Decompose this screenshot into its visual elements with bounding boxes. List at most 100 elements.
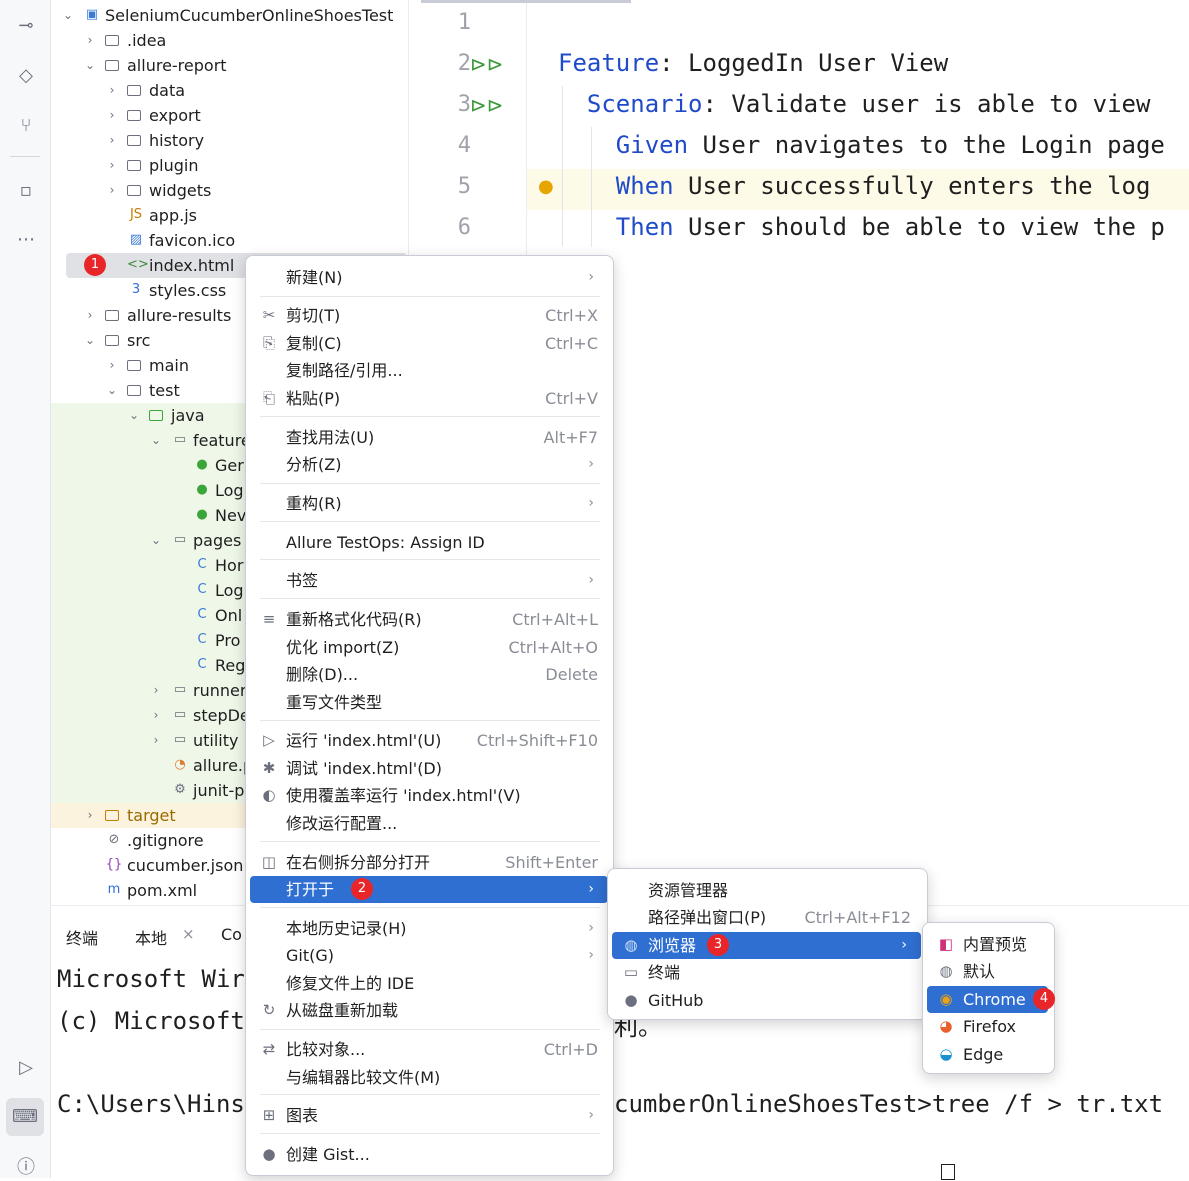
chevron-right-icon[interactable]: › — [105, 78, 119, 103]
tree-item[interactable]: JS app.js — [51, 203, 407, 228]
chevron-down-icon[interactable]: ⌄ — [149, 428, 163, 453]
open-in-item[interactable]: ◍ 浏览器 › 3 — [612, 932, 921, 959]
chevron-right-icon[interactable]: › — [105, 128, 119, 153]
run-feature-icon[interactable]: ⊳⊳ — [470, 52, 504, 76]
context-menu-item[interactable]: ⊞ 图表 › — [250, 1102, 608, 1129]
menu-separator — [260, 1133, 600, 1134]
chevron-down-icon[interactable]: ⌄ — [83, 328, 97, 353]
line-number: 4 — [457, 133, 471, 158]
tree-item[interactable]: › data — [51, 78, 407, 103]
open-in-item[interactable]: 资源管理器 — [612, 877, 921, 904]
problems-icon[interactable]: ⓘ — [13, 1155, 39, 1181]
menu-separator — [260, 720, 600, 721]
services-icon[interactable]: ▷ — [13, 1055, 39, 1081]
tree-item[interactable]: › .idea — [51, 28, 407, 53]
chevron-right-icon[interactable]: › — [105, 178, 119, 203]
chevron-down-icon[interactable]: ⌄ — [83, 53, 97, 78]
menu-item-label: 删除(D)... — [286, 665, 359, 684]
browser-item[interactable]: ◒ Edge — [927, 1041, 1048, 1068]
chevron-right-icon[interactable]: › — [105, 353, 119, 378]
tree-item[interactable]: ⌄ allure-report — [51, 53, 407, 78]
context-menu-item[interactable]: ▷ 运行 'index.html'(U) Ctrl+Shift+F10 — [250, 727, 608, 754]
context-menu-item[interactable]: Allure TestOps: Assign ID — [250, 529, 608, 556]
pull-requests-icon[interactable]: ⑂ — [13, 113, 39, 139]
tree-item[interactable]: ▨ favicon.ico — [51, 228, 407, 253]
tree-item[interactable]: › export — [51, 103, 407, 128]
more-icon[interactable]: ⋯ — [13, 227, 39, 253]
browser-item[interactable]: ◉ Chrome 4 — [927, 986, 1055, 1013]
open-in-item[interactable]: ▭ 终端 — [612, 959, 921, 986]
context-menu-item[interactable]: 新建(N) › — [250, 264, 608, 291]
context-menu-item[interactable]: ↻ 从磁盘重新加载 — [250, 997, 608, 1024]
context-menu-item[interactable]: ⇄ 比较对象... Ctrl+D — [250, 1036, 608, 1063]
tab-co[interactable]: Co — [221, 925, 242, 944]
context-menu-item[interactable]: 删除(D)... Delete — [250, 661, 608, 688]
learn-icon[interactable]: ◇ — [13, 63, 39, 89]
code-text: : LoggedIn User View — [659, 49, 949, 77]
context-menu-item[interactable]: ≡ 重新格式化代码(R) Ctrl+Alt+L — [250, 606, 608, 633]
context-menu-item[interactable]: ✂ 剪切(T) Ctrl+X — [250, 302, 608, 329]
tree-item[interactable]: › plugin — [51, 153, 407, 178]
chevron-right-icon[interactable]: › — [83, 803, 97, 828]
context-menu-item[interactable]: 重写文件类型 — [250, 689, 608, 716]
chevron-right-icon[interactable]: › — [105, 103, 119, 128]
code-text: : Validate user is able to view — [702, 90, 1151, 118]
gherkin-keyword: Feature — [558, 49, 660, 77]
context-menu-item[interactable]: ◐ 使用覆盖率运行 'index.html'(V) — [250, 782, 608, 809]
context-menu-item[interactable]: 书签 › — [250, 567, 608, 594]
terminal-tool-button[interactable]: ⌨ — [6, 1098, 44, 1136]
tab-terminal[interactable]: 终端 — [66, 925, 98, 949]
chevron-down-icon[interactable]: ⌄ — [105, 378, 119, 403]
chevron-right-icon[interactable]: › — [149, 678, 163, 703]
chevron-right-icon[interactable]: › — [83, 303, 97, 328]
firefox-icon: ◕ — [939, 1017, 953, 1035]
context-menu-item[interactable]: 优化 import(Z) Ctrl+Alt+O — [250, 634, 608, 661]
tree-item[interactable]: › widgets — [51, 178, 407, 203]
tree-item[interactable]: ⌄ ▣ SeleniumCucumberOnlineShoesTest — [51, 3, 407, 28]
context-menu-item[interactable]: ⎗ 粘贴(P) Ctrl+V — [250, 385, 608, 412]
context-menu-item[interactable]: 修改运行配置... — [250, 810, 608, 837]
context-menu-item[interactable]: 本地历史记录(H) › — [250, 915, 608, 942]
context-menu-item[interactable]: ✱ 调试 'index.html'(D) — [250, 755, 608, 782]
context-menu-item[interactable]: 重构(R) › — [250, 490, 608, 517]
context-menu-item[interactable]: 与编辑器比较文件(M) — [250, 1064, 608, 1091]
chevron-right-icon[interactable]: › — [149, 728, 163, 753]
context-menu-item[interactable]: 修复文件上的 IDE — [250, 970, 608, 997]
chevron-down-icon[interactable]: ⌄ — [149, 528, 163, 553]
browser-item[interactable]: ◧ 内置预览 — [927, 931, 1048, 958]
context-menu-item[interactable]: Git(G) › — [250, 942, 608, 969]
chevron-right-icon[interactable]: › — [149, 703, 163, 728]
close-tab-icon[interactable]: × — [182, 925, 195, 943]
image-file-icon: ▨ — [129, 232, 143, 247]
context-menu-item[interactable]: ● 创建 Gist... — [250, 1141, 608, 1168]
context-menu-item[interactable]: 打开于 › 2 — [250, 876, 608, 903]
context-menu-item[interactable]: ◫ 在右侧拆分部分打开 Shift+Enter — [250, 849, 608, 876]
commit-icon[interactable]: ⊸ — [13, 13, 39, 39]
open-in-item[interactable]: 路径弹出窗口(P) Ctrl+Alt+F12 — [612, 904, 921, 931]
menu-separator — [260, 296, 600, 297]
tab-local[interactable]: 本地 — [135, 925, 167, 949]
context-menu-item[interactable]: 查找用法(U) Alt+F7 — [250, 424, 608, 451]
chevron-down-icon[interactable]: ⌄ — [127, 403, 141, 428]
run-scenario-icon[interactable]: ⊳⊳ — [470, 93, 504, 117]
tree-item-label: junit-p — [193, 781, 245, 800]
structure-icon[interactable]: ▫ — [13, 178, 39, 204]
tree-item-label: history — [149, 131, 205, 150]
browser-item[interactable]: ◕ Firefox — [927, 1013, 1048, 1040]
code-text: User successfully enters the log — [673, 172, 1151, 200]
context-menu-item[interactable]: ⎘ 复制(C) Ctrl+C — [250, 330, 608, 357]
context-menu-item[interactable]: 复制路径/引用... — [250, 357, 608, 384]
package-icon: ▭ — [173, 707, 187, 722]
indent-guide — [562, 86, 563, 246]
menu-separator — [260, 1029, 600, 1030]
indent-guide — [591, 127, 592, 247]
browser-item[interactable]: ◍ 默认 — [927, 958, 1048, 985]
open-in-item[interactable]: ● GitHub — [612, 987, 921, 1014]
tree-item[interactable]: › history — [51, 128, 407, 153]
chevron-right-icon[interactable]: › — [105, 153, 119, 178]
chevron-down-icon[interactable]: ⌄ — [61, 3, 75, 28]
menu-item-shortcut: Ctrl+X — [545, 306, 598, 325]
lightbulb-icon[interactable]: ● — [538, 176, 554, 197]
chevron-right-icon[interactable]: › — [83, 28, 97, 53]
context-menu-item[interactable]: 分析(Z) › — [250, 451, 608, 478]
